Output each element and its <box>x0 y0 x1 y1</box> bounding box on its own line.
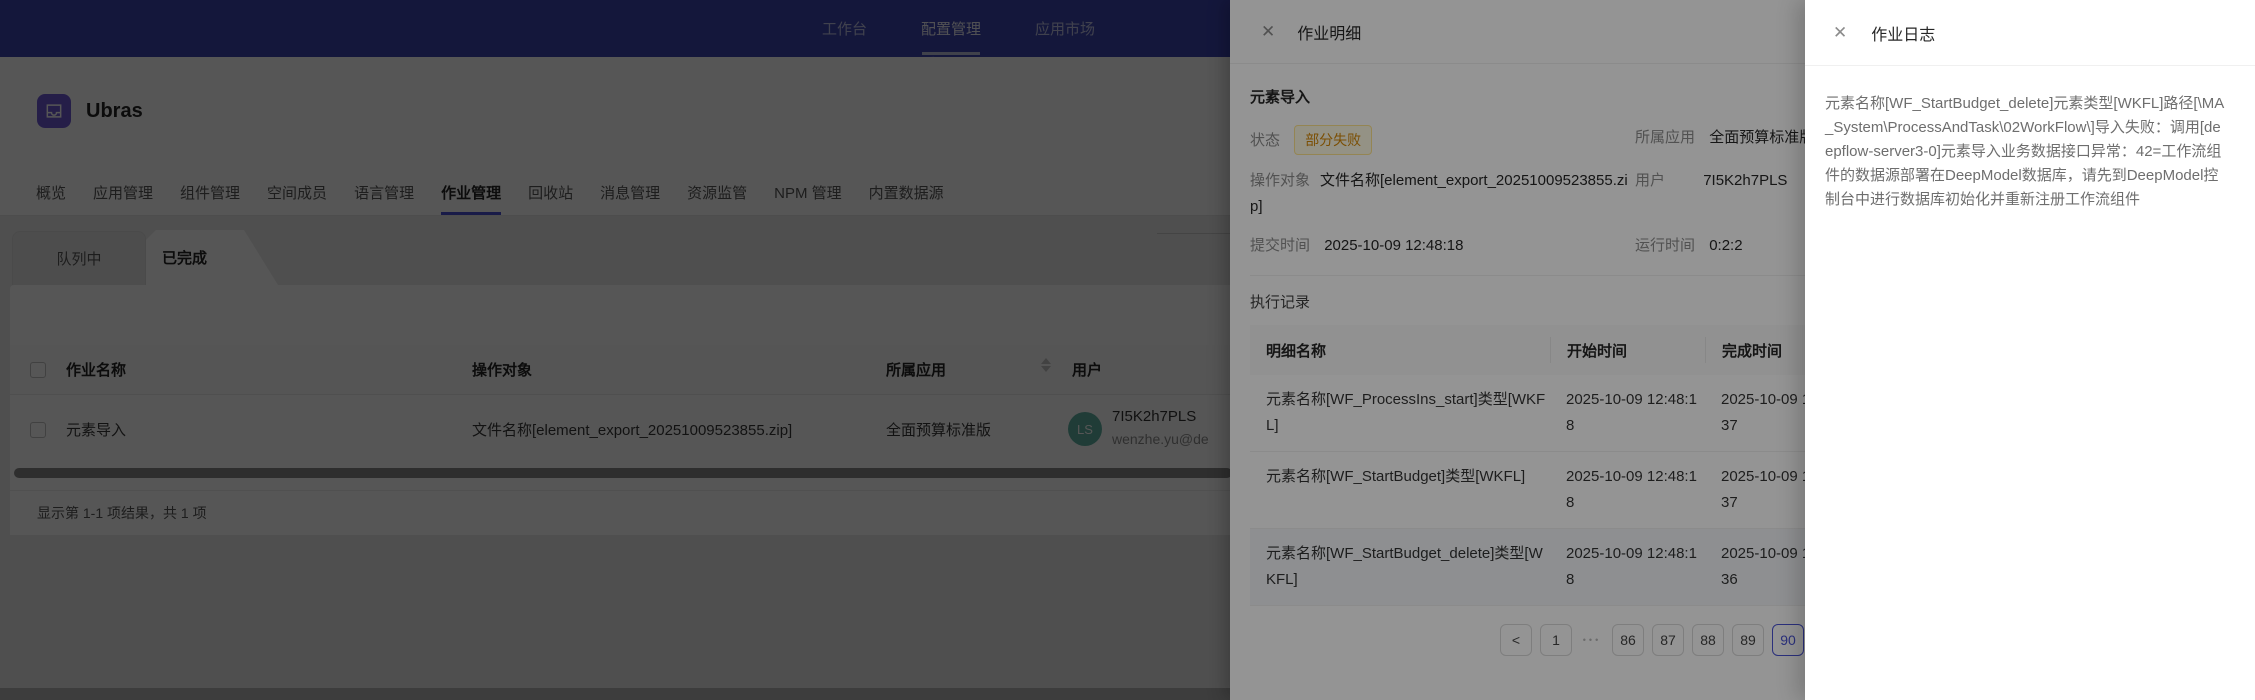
log-drawer-header: ✕ 作业日志 <box>1805 0 2255 66</box>
screen: 工作台 配置管理 应用市场 Ubras 概览 应用管理 组件管理 <box>0 0 2255 700</box>
close-icon[interactable]: ✕ <box>1833 24 1847 41</box>
log-text: 元素名称[WF_StartBudget_delete]元素类型[WKFL]路径[… <box>1805 66 2255 212</box>
job-log-drawer: ✕ 作业日志 元素名称[WF_StartBudget_delete]元素类型[W… <box>1805 0 2255 700</box>
log-drawer-title: 作业日志 <box>1871 21 1935 45</box>
